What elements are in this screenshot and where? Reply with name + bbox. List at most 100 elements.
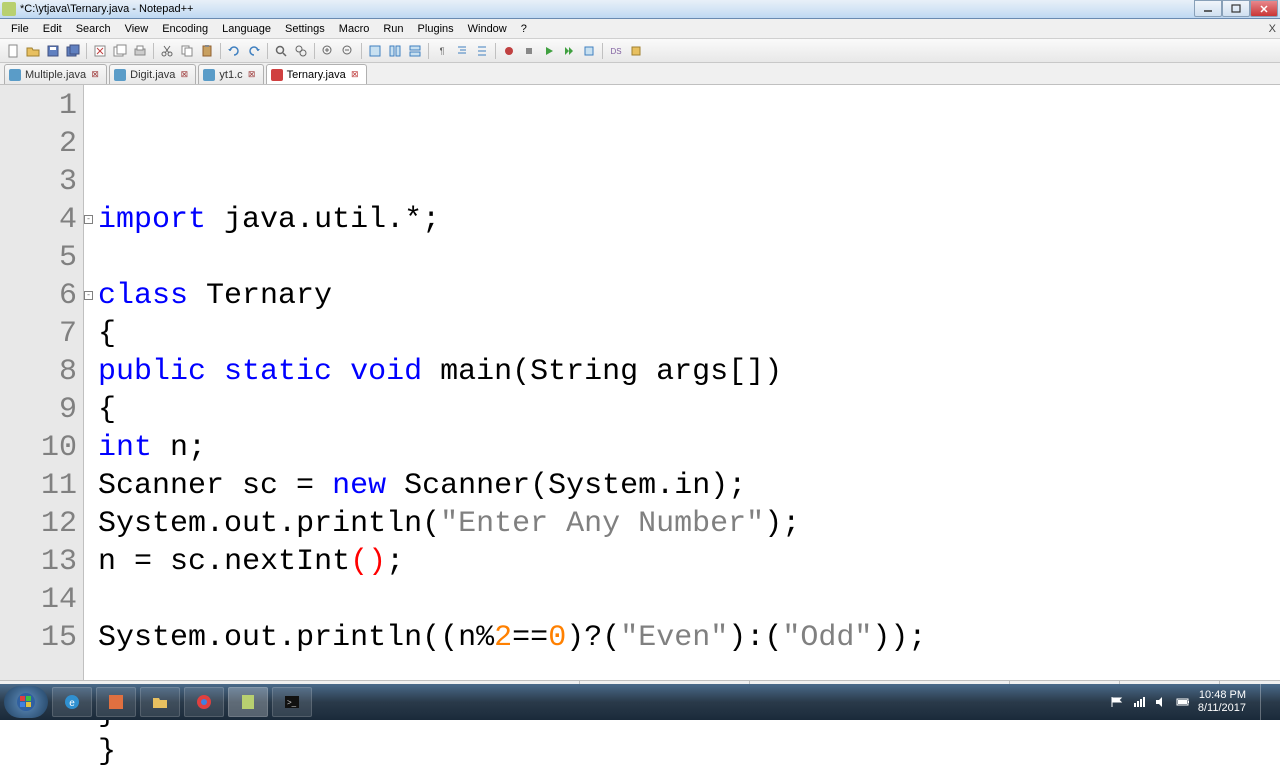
menu-edit[interactable]: Edit [36,21,69,37]
taskbar-explorer[interactable] [140,687,180,717]
play-macro-icon[interactable] [540,42,558,60]
replace-icon[interactable] [292,42,310,60]
indent-icon[interactable] [453,42,471,60]
copy-icon[interactable] [178,42,196,60]
taskbar-cmd[interactable]: >_ [272,687,312,717]
menu-bar: File Edit Search View Encoding Language … [0,19,1280,39]
code-line[interactable]: public static void main(String args[]) [98,353,1266,391]
window-title: *C:\ytjava\Ternary.java - Notepad++ [20,3,1278,15]
start-button[interactable] [4,686,48,718]
zoom-out-icon[interactable] [339,42,357,60]
cut-icon[interactable] [158,42,176,60]
code-line[interactable]: int n; [98,429,1266,467]
stop-macro-icon[interactable] [520,42,538,60]
tray-volume-icon[interactable] [1154,695,1168,709]
minimize-button[interactable] [1194,0,1222,17]
close-all-icon[interactable] [111,42,129,60]
plugin-icon[interactable] [627,42,645,60]
code-line[interactable]: import java.util.*; [98,201,1266,239]
window-buttons [1194,0,1278,17]
taskbar-app1[interactable] [96,687,136,717]
paste-icon[interactable] [198,42,216,60]
show-all-icon[interactable]: ¶ [433,42,451,60]
code-area[interactable]: import java.util.*;class Ternary{public … [84,85,1280,680]
tab-label: Ternary.java [287,69,346,81]
ds-icon[interactable]: DS [607,42,625,60]
close-tab-icon[interactable]: ⊠ [90,70,100,80]
line-number: 11 [0,467,83,505]
toolbar-separator [220,43,221,59]
toolbar-separator [428,43,429,59]
editor: 1234-56-789101112131415 import java.util… [0,85,1280,680]
maximize-button[interactable] [1222,0,1250,17]
tray-flag-icon[interactable] [1110,695,1124,709]
wrap-icon[interactable] [406,42,424,60]
sync-h-icon[interactable] [386,42,404,60]
tray-clock[interactable]: 10:48 PM8/11/2017 [1198,689,1246,715]
tray-battery-icon[interactable] [1176,695,1190,709]
fast-macro-icon[interactable] [560,42,578,60]
close-tab-icon[interactable]: ⊠ [247,70,257,80]
svg-text:¶: ¶ [440,46,445,56]
close-button[interactable] [1250,0,1278,17]
code-line[interactable]: n = sc.nextInt(); [98,543,1266,581]
menu-view[interactable]: View [118,21,156,37]
close-tab-icon[interactable]: ⊠ [350,70,360,80]
print-icon[interactable] [131,42,149,60]
code-line[interactable]: Scanner sc = new Scanner(System.in); [98,467,1266,505]
tab-label: yt1.c [219,69,242,81]
menu-window[interactable]: Window [461,21,514,37]
tab-yt1c[interactable]: yt1.c ⊠ [198,64,263,84]
find-icon[interactable] [272,42,290,60]
line-number: 3 [0,163,83,201]
code-line[interactable] [98,239,1266,277]
toolbar-separator [495,43,496,59]
code-line[interactable]: { [98,391,1266,429]
save-icon[interactable] [44,42,62,60]
zoom-in-icon[interactable] [319,42,337,60]
outdent-icon[interactable] [473,42,491,60]
menu-encoding[interactable]: Encoding [155,21,215,37]
tab-ternary[interactable]: Ternary.java ⊠ [266,64,367,84]
menu-search[interactable]: Search [69,21,118,37]
undo-icon[interactable] [225,42,243,60]
file-icon [9,69,21,81]
close-file-icon[interactable] [91,42,109,60]
system-tray: 10:48 PM8/11/2017 [1110,684,1276,720]
line-number: 7 [0,315,83,353]
line-number: 6- [0,277,83,315]
new-file-icon[interactable] [4,42,22,60]
taskbar-chrome[interactable] [184,687,224,717]
tab-bar: Multiple.java⊠ Digit.java⊠ yt1.c ⊠ Ternar… [0,63,1280,85]
menu-settings[interactable]: Settings [278,21,332,37]
taskbar-ie[interactable]: e [52,687,92,717]
redo-icon[interactable] [245,42,263,60]
show-desktop-button[interactable] [1260,684,1270,720]
taskbar-notepadpp[interactable] [228,687,268,717]
tab-digit[interactable]: Digit.java⊠ [109,64,196,84]
open-file-icon[interactable] [24,42,42,60]
code-line[interactable]: System.out.println((n%2==0)?("Even"):("O… [98,619,1266,657]
toolbar-separator [153,43,154,59]
code-line[interactable] [98,581,1266,619]
record-macro-icon[interactable] [500,42,518,60]
menu-plugins[interactable]: Plugins [411,21,461,37]
code-line[interactable]: { [98,315,1266,353]
menu-file[interactable]: File [4,21,36,37]
tray-network-icon[interactable] [1132,695,1146,709]
save-all-icon[interactable] [64,42,82,60]
code-line[interactable]: System.out.println("Enter Any Number"); [98,505,1266,543]
menu-run[interactable]: Run [376,21,410,37]
save-macro-icon[interactable] [580,42,598,60]
sync-v-icon[interactable] [366,42,384,60]
close-tab-icon[interactable]: ⊠ [179,70,189,80]
code-line[interactable]: class Ternary [98,277,1266,315]
menu-close-x[interactable]: X [1269,23,1276,35]
menu-language[interactable]: Language [215,21,278,37]
menu-help[interactable]: ? [514,21,534,37]
tab-multiple[interactable]: Multiple.java⊠ [4,64,107,84]
line-number: 12 [0,505,83,543]
code-line[interactable]: } [98,733,1266,771]
menu-macro[interactable]: Macro [332,21,377,37]
line-number: 4- [0,201,83,239]
